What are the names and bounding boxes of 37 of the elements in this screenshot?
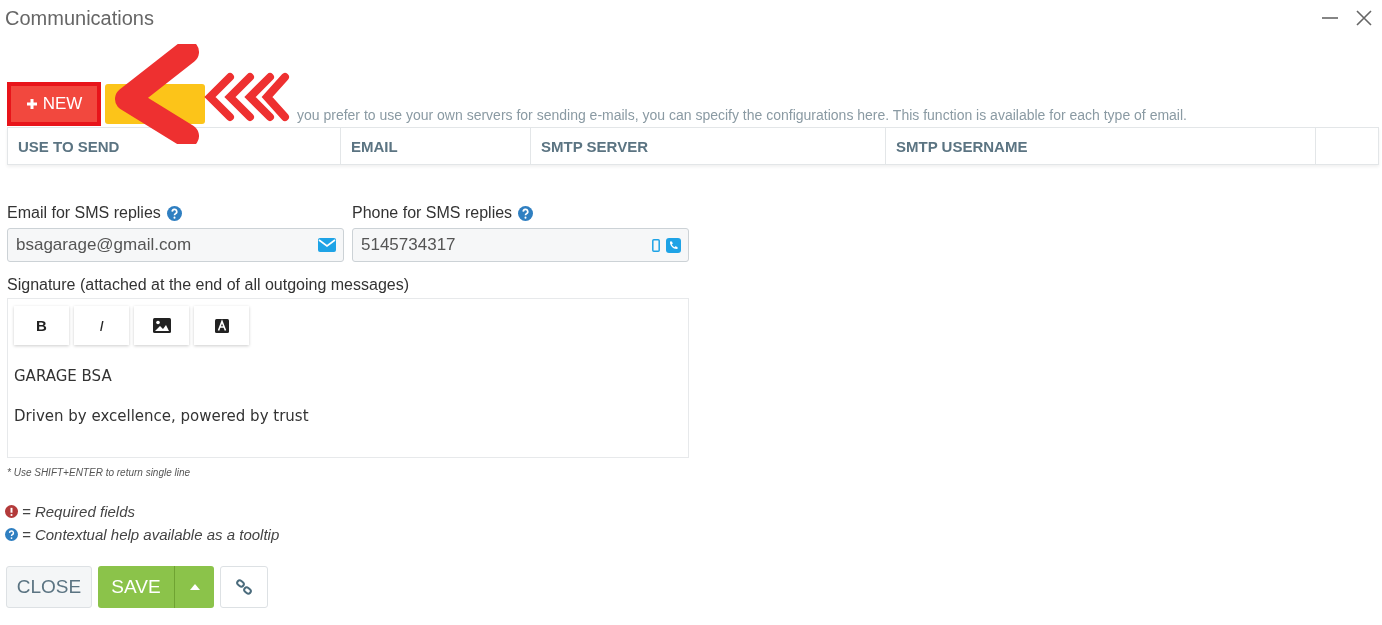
field-label: Phone for SMS replies: [352, 204, 513, 222]
signature-editor[interactable]: B I GARAGE BSA Driven by excellence, powered by trust: [7, 298, 689, 458]
help-icon: [5, 528, 18, 541]
field-label: Email for SMS replies: [7, 204, 161, 222]
email-field[interactable]: bsagarage@gmail.com: [7, 228, 344, 262]
bold-button[interactable]: B: [14, 306, 69, 345]
description-text: you prefer to use your own servers for sending e-mails, you can specify the configurations here. This function is available for each type of email.: [297, 107, 1187, 123]
column-header: SMTP USERNAME: [886, 128, 1316, 164]
plus-icon: [25, 98, 38, 110]
font-icon: [214, 318, 229, 333]
font-button[interactable]: [194, 306, 249, 345]
required-icon: [5, 505, 18, 518]
hint-text: * Use SHIFT+ENTER to return single line: [7, 467, 192, 478]
image-icon: [152, 318, 171, 333]
help-icon[interactable]: [166, 205, 182, 221]
legend-text: = Contextual help available as a tooltip: [22, 526, 280, 543]
close-icon[interactable]: [1355, 9, 1373, 27]
column-header: USE TO SEND: [8, 128, 341, 164]
signature-text: GARAGE BSA: [14, 367, 113, 385]
legend-text: = Required fields: [22, 503, 135, 520]
caret-icon: [189, 584, 200, 590]
window-title: Communications: [5, 6, 154, 30]
close-button[interactable]: CLOSE: [6, 566, 92, 608]
help-icon[interactable]: [518, 205, 534, 221]
italic-button[interactable]: I: [74, 306, 129, 345]
column-header: SMTP SERVER: [531, 128, 886, 164]
envelope-icon: [318, 238, 336, 252]
column-header: EMAIL: [341, 128, 531, 164]
field-label: Signature (attached at the end of all outgoing messages): [7, 276, 411, 294]
new-button[interactable]: NEW: [11, 86, 97, 122]
image-button[interactable]: [134, 306, 189, 345]
phone-icon: [666, 237, 681, 253]
link-icon: [236, 579, 252, 595]
mobile-icon: [652, 238, 660, 252]
phone-field[interactable]: 5145734317: [352, 228, 689, 262]
signature-text: Driven by excellence, powered by trust: [14, 407, 310, 425]
link-button[interactable]: [220, 566, 268, 608]
